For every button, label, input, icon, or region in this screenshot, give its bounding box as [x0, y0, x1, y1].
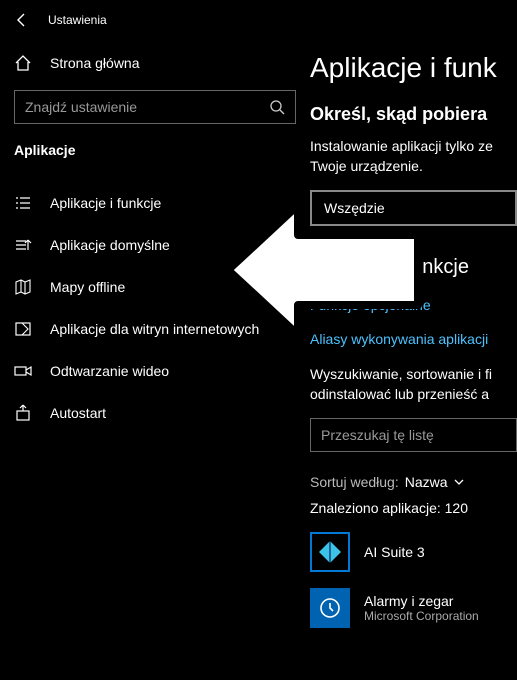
install-source-dropdown[interactable]: Wszędzie	[310, 190, 517, 226]
sort-label: Sortuj według:	[310, 474, 399, 490]
nav-label: Mapy offline	[50, 279, 125, 295]
sort-value: Nazwa	[405, 474, 448, 490]
body-text-2: Wyszukiwanie, sortowanie i fi odinstalow…	[310, 365, 517, 404]
home-item[interactable]: Strona główna	[0, 40, 310, 90]
body-text: Instalowanie aplikacji tylko ze Twoje ur…	[310, 137, 517, 176]
search-placeholder: Znajdź ustawienie	[25, 99, 259, 115]
window-title: Ustawienia	[48, 13, 107, 27]
nav-item-startup[interactable]: Autostart	[0, 392, 310, 434]
nav-item-apps-for-websites[interactable]: Aplikacje dla witryn internetowych	[0, 308, 310, 350]
defaults-icon	[14, 236, 32, 254]
chevron-down-icon	[454, 477, 464, 487]
nav-item-offline-maps[interactable]: Mapy offline	[0, 266, 310, 308]
nav-label: Odtwarzanie wideo	[50, 363, 169, 379]
section-heading: Aplikacje i funkcje	[310, 256, 517, 279]
app-tile	[310, 588, 350, 628]
nav-item-video-playback[interactable]: Odtwarzanie wideo	[0, 350, 310, 392]
nav-item-default-apps[interactable]: Aplikacje domyślne	[0, 224, 310, 266]
app-tile	[310, 532, 350, 572]
app-vendor: Microsoft Corporation	[364, 609, 479, 623]
sort-row[interactable]: Sortuj według: Nazwa	[310, 474, 517, 490]
search-input[interactable]: Znajdź ustawienie	[14, 90, 296, 124]
search-icon	[269, 99, 285, 115]
nav-label: Aplikacje dla witryn internetowych	[50, 321, 259, 337]
section-header: Aplikacje	[0, 142, 310, 172]
app-name: AI Suite 3	[364, 544, 425, 560]
nav-label: Aplikacje i funkcje	[50, 195, 161, 211]
filter-placeholder: Przeszukaj tę listę	[321, 427, 434, 443]
page-title: Aplikacje i funk	[310, 52, 517, 84]
home-icon	[14, 54, 32, 72]
startup-icon	[14, 404, 32, 422]
nav-label: Aplikacje domyślne	[50, 237, 170, 253]
nav-item-apps-features[interactable]: Aplikacje i funkcje	[0, 182, 310, 224]
back-icon[interactable]	[14, 12, 30, 28]
section-subtitle: Określ, skąd pobiera	[310, 104, 517, 125]
filter-input[interactable]: Przeszukaj tę listę	[310, 418, 517, 452]
app-name: Alarmy i zegar	[364, 593, 479, 609]
website-icon	[14, 320, 32, 338]
home-label: Strona główna	[50, 55, 140, 71]
map-icon	[14, 278, 32, 296]
dropdown-value: Wszędzie	[324, 200, 385, 216]
link-optional-features[interactable]: Funkcje opcjonalne	[310, 297, 517, 313]
nav-label: Autostart	[50, 405, 106, 421]
app-row[interactable]: AI Suite 3	[310, 532, 517, 572]
found-count: Znaleziono aplikacje: 120	[310, 500, 517, 516]
link-execution-aliases[interactable]: Aliasy wykonywania aplikacji	[310, 331, 517, 347]
list-icon	[14, 194, 32, 212]
app-row[interactable]: Alarmy i zegar Microsoft Corporation	[310, 588, 517, 628]
video-icon	[14, 362, 32, 380]
